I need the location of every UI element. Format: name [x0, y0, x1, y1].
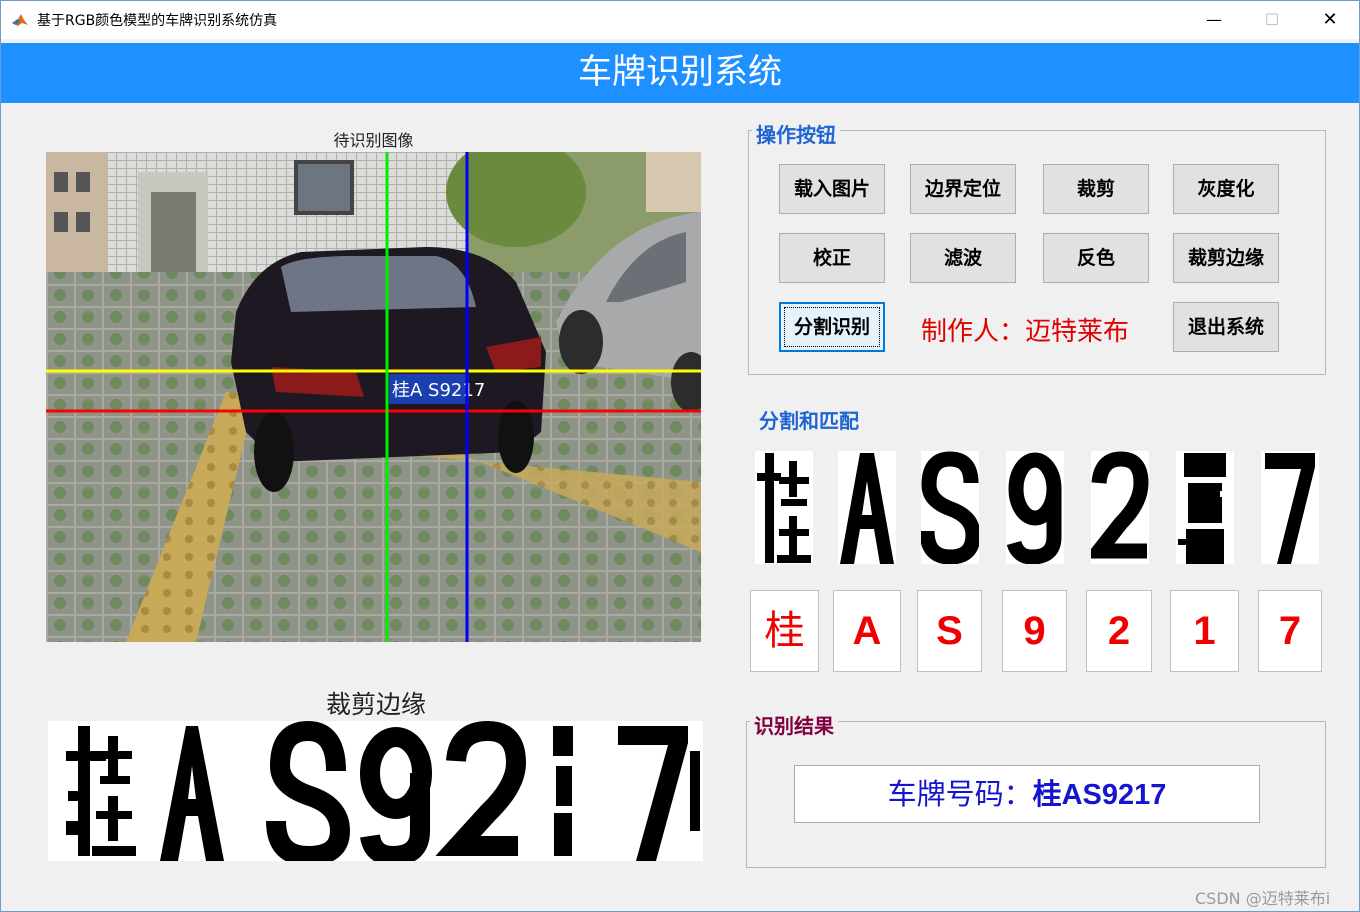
exit-button[interactable]: 退出系统 [1173, 302, 1279, 352]
invert-button[interactable]: 反色 [1043, 233, 1149, 283]
crop-edge-button[interactable]: 裁剪边缘 [1173, 233, 1279, 283]
author-label: 制作人：迈特莱布 [921, 317, 1130, 347]
result-label: 车牌号码： [887, 777, 1033, 811]
segment-char-4 [1006, 451, 1064, 564]
maximize-button[interactable]: ☐ [1243, 1, 1301, 39]
image-panel-title: 待识别图像 [333, 131, 414, 150]
segment-char-3 [921, 451, 979, 564]
segment-char-7 [1261, 451, 1319, 564]
segment-char-6 [1176, 451, 1234, 564]
match-char-1: 桂 [750, 590, 819, 672]
result-display: 车牌号码：桂AS9217 [794, 765, 1260, 823]
filter-button[interactable]: 滤波 [910, 233, 1016, 283]
car-photo: 桂A S9217 [46, 152, 701, 642]
grayscale-button[interactable]: 灰度化 [1173, 164, 1279, 214]
crop-button[interactable]: 裁剪 [1043, 164, 1149, 214]
app-banner: 车牌识别系统 [1, 43, 1359, 103]
minimize-button[interactable]: — [1185, 1, 1243, 39]
result-panel-title: 识别结果 [750, 710, 838, 739]
cropped-plate-image [48, 721, 703, 861]
app-window: 基于RGB颜色模型的车牌识别系统仿真 — ☐ ✕ 车牌识别系统 待识别图像 桂A… [0, 0, 1360, 912]
locate-boundary-button[interactable]: 边界定位 [910, 164, 1016, 214]
match-char-4: 9 [1002, 590, 1067, 672]
close-button[interactable]: ✕ [1301, 1, 1359, 39]
match-char-6: 1 [1170, 590, 1239, 672]
segment-char-2 [838, 451, 896, 564]
window-title: 基于RGB颜色模型的车牌识别系统仿真 [37, 13, 278, 29]
matlab-icon [11, 11, 29, 29]
photo-plate-text: 桂A S9217 [392, 380, 485, 401]
match-char-2: A [833, 590, 901, 672]
segmentation-title: 分割和匹配 [759, 405, 859, 434]
title-bar: 基于RGB颜色模型的车牌识别系统仿真 — ☐ ✕ [1, 1, 1359, 39]
segment-char-1 [755, 451, 813, 564]
crop-panel-title: 裁剪边缘 [325, 690, 426, 719]
correct-button[interactable]: 校正 [779, 233, 885, 283]
segment-char-5 [1091, 451, 1149, 564]
match-char-7: 7 [1258, 590, 1322, 672]
segment-recognize-button[interactable]: 分割识别 [779, 302, 885, 352]
result-plate: 桂AS9217 [1032, 779, 1167, 811]
load-image-button[interactable]: 载入图片 [779, 164, 885, 214]
match-char-3: S [917, 590, 982, 672]
match-char-5: 2 [1086, 590, 1152, 672]
ops-panel-title: 操作按钮 [752, 119, 840, 148]
watermark: CSDN @迈特莱布i [1195, 889, 1331, 908]
